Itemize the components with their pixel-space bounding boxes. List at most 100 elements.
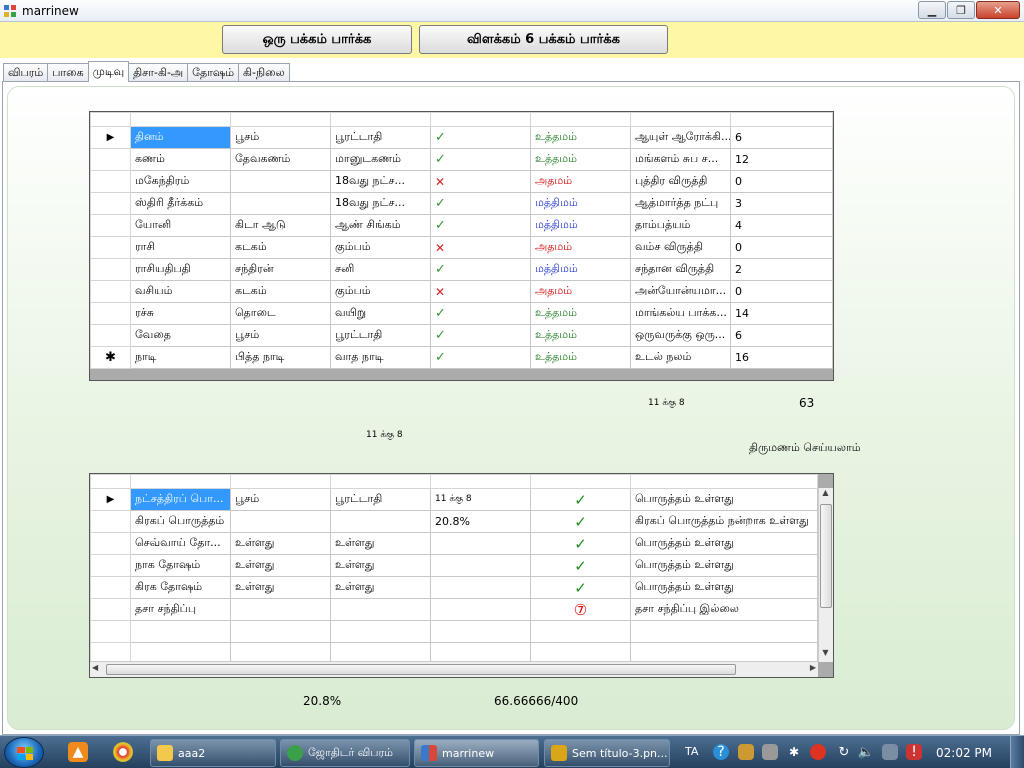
scroll-up-arrow[interactable]: ▲ xyxy=(819,488,832,502)
description[interactable]: வம்ச விருத்தி xyxy=(630,236,731,259)
quality-value[interactable]: மத்திமம் xyxy=(530,214,631,237)
porutham-name[interactable]: ஸ்திரி தீர்க்கம் xyxy=(130,192,231,215)
description[interactable]: அன்யோன்யமா... xyxy=(630,280,731,303)
column-header[interactable] xyxy=(630,474,818,489)
girl-value[interactable]: வாத நாடி xyxy=(330,346,431,369)
table-row[interactable]: கணம் தேவகணம் மானுடகணம் ✓ உத்தமம் மங்களம் சுப … xyxy=(90,148,833,171)
score[interactable]: 6 xyxy=(730,126,833,149)
row-header[interactable] xyxy=(90,302,131,325)
row-header[interactable] xyxy=(90,576,131,599)
row-header[interactable] xyxy=(90,258,131,281)
tab-result[interactable]: முடிவு xyxy=(87,61,130,82)
table-row[interactable]: யோனி கிடா ஆடு ஆண் சிங்கம் ✓ மத்திமம் தாம்பத்ய… xyxy=(90,214,833,237)
column-header[interactable] xyxy=(230,112,331,127)
description[interactable]: ஆத்மார்த்த நட்பு xyxy=(630,192,731,215)
porutham-name[interactable]: வேதை xyxy=(130,324,231,347)
porutham-name[interactable]: வசியம் xyxy=(130,280,231,303)
check-name[interactable]: தசா சந்திப்பு xyxy=(130,598,231,621)
row-header[interactable] xyxy=(90,554,131,577)
tab-dosham[interactable]: தோஷம் xyxy=(187,63,240,82)
description[interactable]: சந்தான விருத்தி xyxy=(630,258,731,281)
boy-value[interactable] xyxy=(230,170,331,193)
score[interactable]: 0 xyxy=(730,170,833,193)
table-row[interactable]: மகேந்திரம் 18வது நட்ச... ✕ அதமம் புத்திர விர… xyxy=(90,170,833,193)
girl-value[interactable]: உள்ளது xyxy=(330,554,431,577)
tools-tray-icon[interactable] xyxy=(762,744,778,760)
tab-planet-position[interactable]: கி-நிலை xyxy=(238,63,290,82)
column-header[interactable] xyxy=(530,474,631,489)
value[interactable] xyxy=(430,598,531,621)
task-marrinew[interactable]: marrinew xyxy=(414,739,539,767)
task-aaa2[interactable]: aaa2 xyxy=(150,739,276,767)
column-header[interactable] xyxy=(430,112,531,127)
girl-value[interactable]: 18வது நட்ச... xyxy=(330,192,431,215)
girl-value[interactable] xyxy=(330,598,431,621)
value[interactable] xyxy=(430,554,531,577)
score[interactable]: 12 xyxy=(730,148,833,171)
quality-value[interactable]: உத்தமம் xyxy=(530,302,631,325)
scroll-left-arrow[interactable]: ◀ xyxy=(92,663,98,672)
table-row[interactable]: கிரகப் பொருத்தம் 20.8% ✓ கிரகப் பொருத்தம் ந… xyxy=(90,510,818,533)
start-button[interactable] xyxy=(4,737,44,768)
network-icon[interactable] xyxy=(882,744,898,760)
boy-value[interactable]: பூசம் xyxy=(230,126,331,149)
quality-value[interactable]: அதமம் xyxy=(530,280,631,303)
girl-value[interactable]: வயிறு xyxy=(330,302,431,325)
boy-value[interactable]: பூசம் xyxy=(230,488,331,511)
boy-value[interactable] xyxy=(230,598,331,621)
value[interactable] xyxy=(430,576,531,599)
boy-value[interactable]: உள்ளது xyxy=(230,532,331,555)
column-header[interactable] xyxy=(330,112,431,127)
boy-value[interactable]: தொடை xyxy=(230,302,331,325)
help-icon[interactable]: ? xyxy=(713,744,729,760)
maximize-button[interactable]: ❐ xyxy=(947,1,975,19)
score[interactable]: 6 xyxy=(730,324,833,347)
value[interactable]: 11 க்கு 8 xyxy=(430,488,531,511)
check-name[interactable]: கிரக தோஷம் xyxy=(130,576,231,599)
table-row[interactable]: செவ்வாய் தோ... உள்ளது உள்ளது ✓ பொருத்தம் உள்… xyxy=(90,532,818,555)
boy-value[interactable]: கடகம் xyxy=(230,280,331,303)
column-header[interactable] xyxy=(130,474,231,489)
volume-icon[interactable]: 🔈 xyxy=(858,744,874,760)
row-header[interactable] xyxy=(90,214,131,237)
girl-value[interactable]: சனி xyxy=(330,258,431,281)
porutham-name[interactable]: ரச்சு xyxy=(130,302,231,325)
girl-value[interactable]: 18வது நட்ச... xyxy=(330,170,431,193)
quality-value[interactable]: உத்தமம் xyxy=(530,126,631,149)
description[interactable]: தாம்பத்யம் xyxy=(630,214,731,237)
scroll-right-arrow[interactable]: ▶ xyxy=(810,663,816,672)
description[interactable]: ஆயுள் ஆரோக்கி... xyxy=(630,126,731,149)
porutham-name[interactable]: மகேந்திரம் xyxy=(130,170,231,193)
check-name[interactable]: நாக தோஷம் xyxy=(130,554,231,577)
score[interactable]: 2 xyxy=(730,258,833,281)
column-header[interactable] xyxy=(630,112,731,127)
column-header[interactable] xyxy=(730,112,833,127)
quality-value[interactable]: உத்தமம் xyxy=(530,148,631,171)
table-row[interactable]: ராசி கடகம் கும்பம் ✕ அதமம் வம்ச விருத்தி 0 xyxy=(90,236,833,259)
boy-value[interactable]: உள்ளது xyxy=(230,576,331,599)
girl-value[interactable]: மானுடகணம் xyxy=(330,148,431,171)
view-one-page-button[interactable]: ஒரு பக்கம் பார்க்க xyxy=(222,25,412,54)
close-button[interactable]: ✕ xyxy=(976,1,1020,19)
row-header[interactable] xyxy=(90,170,131,193)
girl-value[interactable]: பூரட்டாதி xyxy=(330,488,431,511)
porutham-name[interactable]: ராசி xyxy=(130,236,231,259)
bluetooth-icon[interactable]: ✱ xyxy=(787,744,801,760)
row-header[interactable] xyxy=(90,510,131,533)
girl-value[interactable]: பூரட்டாதி xyxy=(330,126,431,149)
minimize-button[interactable]: ▁ xyxy=(918,1,946,19)
row-header[interactable] xyxy=(90,280,131,303)
quality-value[interactable]: மத்திமம் xyxy=(530,192,631,215)
score[interactable]: 4 xyxy=(730,214,833,237)
antivirus-icon[interactable] xyxy=(810,744,826,760)
boy-value[interactable]: உள்ளது xyxy=(230,554,331,577)
porutham-name[interactable]: தினம் xyxy=(130,126,231,149)
row-header[interactable] xyxy=(90,236,131,259)
boy-value[interactable]: தேவகணம் xyxy=(230,148,331,171)
boy-value[interactable]: பூசம் xyxy=(230,324,331,347)
clock[interactable]: 02:02 PM xyxy=(936,746,992,760)
girl-value[interactable]: உள்ளது xyxy=(330,576,431,599)
description[interactable]: பொருத்தம் உள்ளது xyxy=(630,554,818,577)
column-header[interactable] xyxy=(90,112,131,127)
porutham-grid[interactable]: ▶ தினம் பூசம் பூரட்டாதி ✓ உத்தமம் ஆயுள் ஆரோக்க… xyxy=(89,111,834,381)
